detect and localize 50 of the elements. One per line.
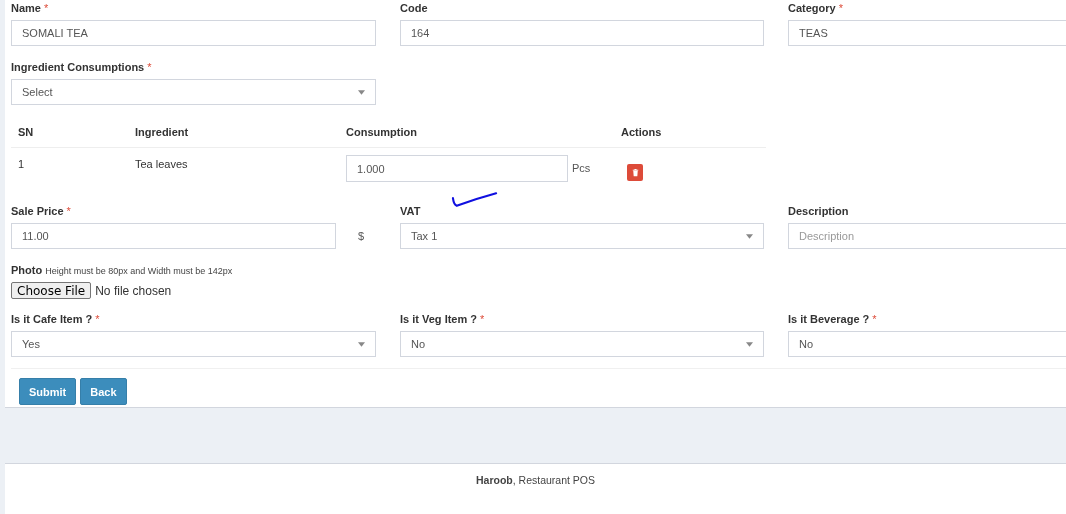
required-mark: * — [66, 205, 71, 217]
select-field[interactable]: Yes — [11, 331, 376, 357]
select-field[interactable]: Tax 1 — [400, 223, 764, 249]
select-field[interactable]: No — [400, 331, 764, 357]
input-field[interactable]: 1.000 — [346, 155, 568, 182]
column-header: Ingredient — [134, 126, 190, 138]
required-mark: * — [838, 2, 843, 14]
unit-label: Pcs — [572, 161, 591, 174]
field-label: Is it Cafe Item ? — [11, 313, 93, 325]
file-status: No file chosen — [95, 283, 172, 298]
field-label: Description — [788, 205, 849, 217]
field-label: Name — [11, 2, 41, 14]
currency-symbol: $ — [356, 230, 366, 242]
caret-icon — [746, 233, 753, 239]
field-label: Photo — [11, 264, 43, 276]
table-cell-text: Tea leaves — [134, 157, 189, 170]
caret-icon — [358, 341, 365, 347]
caret-icon — [746, 341, 753, 347]
delete-button[interactable] — [627, 164, 643, 181]
field-label: VAT — [400, 205, 421, 217]
input-field[interactable]: 164 — [400, 20, 764, 46]
hint-text: Height must be 80px and Width must be 142px — [45, 266, 233, 276]
required-mark: * — [95, 313, 100, 325]
field-label: Is it Beverage ? — [788, 313, 870, 325]
field-label: Ingredient Consumptions — [11, 61, 145, 73]
input-field[interactable]: 11.00 — [11, 223, 336, 249]
field-label: Code — [400, 2, 428, 14]
trash-icon — [631, 168, 639, 177]
select-field[interactable]: Select — [11, 79, 376, 105]
input-field[interactable]: Description — [788, 223, 1066, 249]
check-mark-drawing — [451, 190, 499, 210]
choose-file-button[interactable]: Choose File — [11, 282, 92, 299]
select-field[interactable]: No — [788, 331, 1066, 357]
column-header: Consumption — [345, 126, 418, 138]
column-header: Actions — [620, 126, 663, 138]
form-button[interactable]: Submit — [19, 378, 77, 405]
input-field[interactable]: SOMALI TEA — [11, 20, 376, 46]
footer-text: Haroob, Restaurant POS — [5, 463, 1066, 514]
form-button[interactable]: Back — [80, 378, 127, 405]
required-mark: * — [147, 61, 152, 73]
table-cell-text: 1 — [17, 157, 26, 170]
input-field[interactable]: TEAS — [788, 20, 1066, 46]
required-mark: * — [43, 2, 49, 14]
required-mark: * — [872, 313, 877, 325]
column-header: SN — [17, 126, 35, 138]
required-mark: * — [480, 313, 485, 325]
field-label: Sale Price — [11, 205, 64, 217]
field-label: Is it Veg Item ? — [400, 313, 478, 325]
caret-icon — [358, 89, 365, 95]
field-label: Category — [788, 2, 836, 14]
